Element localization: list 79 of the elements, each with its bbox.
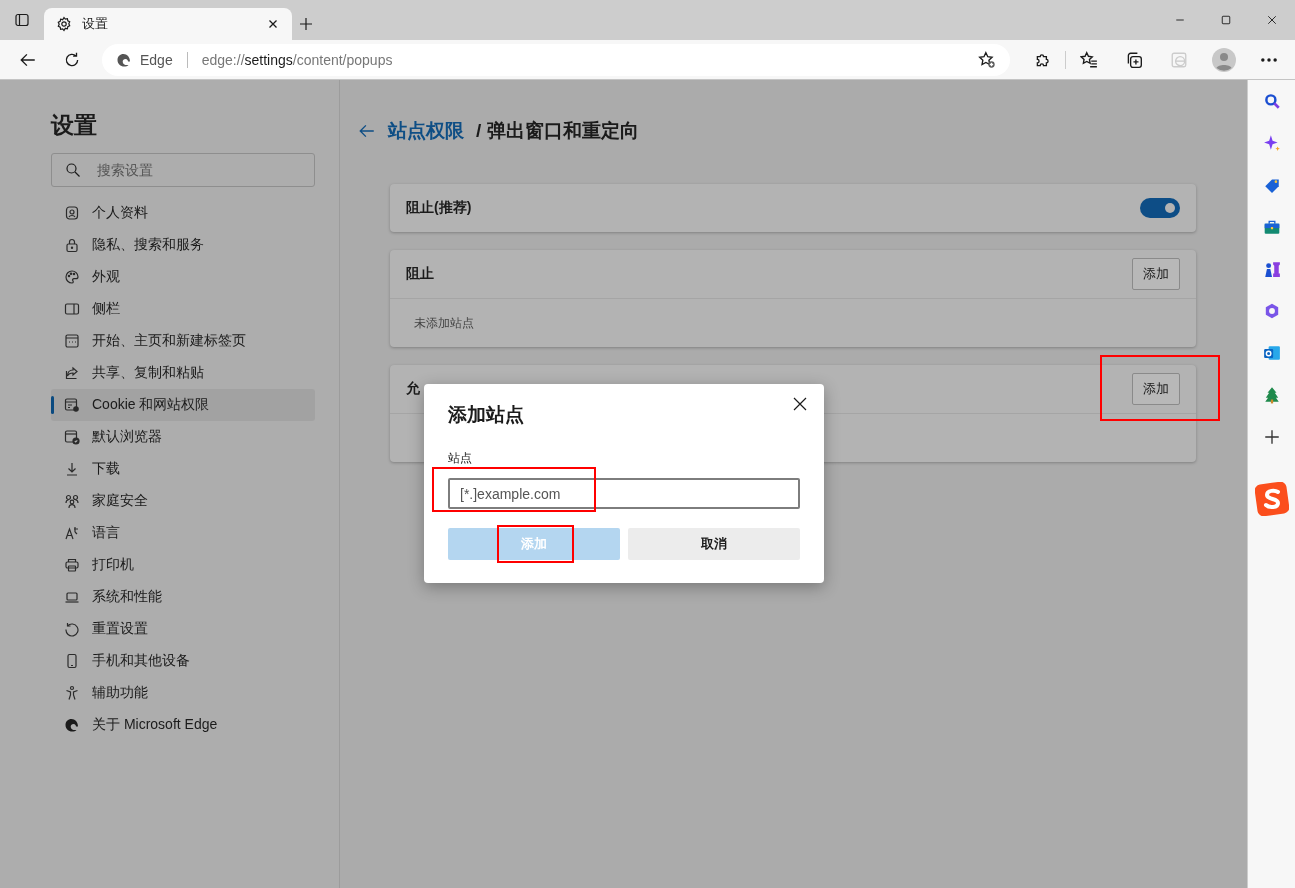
add-button[interactable]: 添加 (1132, 373, 1180, 405)
sparkle-icon (1262, 134, 1281, 152)
section-title: 允 (406, 380, 420, 398)
add-button[interactable]: 添加 (1132, 258, 1180, 290)
cancel-button[interactable]: 取消 (628, 528, 800, 560)
nav-item[interactable]: 开始、主页和新建标签页 (51, 325, 315, 357)
nav-item[interactable]: 重置设置 (51, 613, 315, 645)
nav-item[interactable]: 手机和其他设备 (51, 645, 315, 677)
mail-icon (1262, 344, 1281, 362)
url-text: edge://settings/content/popups (201, 51, 394, 68)
search-icon (65, 162, 81, 178)
tree-icon (1262, 386, 1281, 404)
nav-item[interactable]: 共享、复制和粘贴 (51, 357, 315, 389)
lock-icon (64, 237, 80, 253)
search-field[interactable]: 搜索设置 (51, 153, 315, 187)
edge-logo-icon (116, 51, 132, 68)
edge-logo-icon (64, 717, 80, 733)
palette-icon (64, 269, 80, 285)
sogou-logo-icon (1254, 482, 1289, 516)
close-icon (1266, 14, 1278, 26)
nav-item[interactable]: 默认浏览器 (51, 421, 315, 453)
accessibility-icon (64, 685, 80, 701)
browser-check-icon (64, 429, 80, 445)
star-plus-icon (978, 50, 996, 69)
nav-item[interactable]: 打印机 (51, 549, 315, 581)
close-icon (792, 396, 808, 412)
dialog-title: 添加站点 (448, 404, 524, 426)
nav-item[interactable]: 外观 (51, 261, 315, 293)
gear-window-icon (64, 397, 80, 413)
browser-tab[interactable]: 设置 (44, 8, 292, 40)
maximize-icon (1220, 14, 1232, 26)
avatar-icon (1211, 47, 1236, 72)
phone-icon (64, 653, 80, 669)
nav-item[interactable]: 家庭安全 (51, 485, 315, 517)
add-favorite-button[interactable] (978, 50, 996, 69)
settings-icon (56, 16, 72, 32)
family-icon (64, 493, 80, 509)
nav-item[interactable]: 隐私、搜索和服务 (51, 229, 315, 261)
plus-icon (1262, 428, 1281, 446)
site-input-field[interactable]: [*.]example.com (448, 478, 800, 509)
laptop-icon (64, 589, 80, 605)
back-button[interactable] (358, 122, 376, 140)
download-icon (64, 461, 80, 477)
nav-item[interactable]: Cookie 和网站权限 (51, 389, 315, 421)
share-icon (64, 365, 80, 381)
plus-icon (298, 16, 314, 32)
toggle-switch[interactable] (1140, 198, 1180, 218)
more-dots-icon (1260, 57, 1277, 62)
section-title: 阻止 (406, 265, 434, 283)
nav-item[interactable]: 下载 (51, 453, 315, 485)
back-arrow-icon (358, 122, 376, 140)
nav-item[interactable]: 个人资料 (51, 197, 315, 229)
search-icon (1262, 92, 1281, 110)
printer-icon (64, 557, 80, 573)
nav-item[interactable]: 侧栏 (51, 293, 315, 325)
star-list-icon (1079, 50, 1098, 69)
nav-item[interactable]: 系统和性能 (51, 581, 315, 613)
nav-item[interactable]: 关于 Microsoft Edge (51, 709, 315, 741)
site-label: Edge (140, 51, 173, 68)
profile-icon (64, 205, 80, 221)
home-grid-icon (64, 333, 80, 349)
toolbox-icon (1262, 218, 1281, 236)
tab-title: 设置 (82, 15, 109, 33)
refresh-icon (63, 50, 81, 69)
language-icon (64, 525, 80, 541)
reset-icon (64, 621, 80, 637)
settings-title: 设置 (51, 111, 97, 140)
page-title: / 弹出窗口和重定向 (476, 119, 639, 143)
tab-actions-icon (14, 12, 30, 28)
chess-pieces-icon (1262, 260, 1281, 278)
breadcrumb-link[interactable]: 站点权限 (388, 118, 464, 144)
nav-item[interactable]: 语言 (51, 517, 315, 549)
nav-item[interactable]: 辅助功能 (51, 677, 315, 709)
field-label: 站点 (448, 451, 472, 465)
empty-text: 未添加站点 (414, 314, 474, 332)
setting-label: 阻止(推荐) (406, 199, 472, 217)
sidebar-icon (64, 301, 80, 317)
ie-mode-icon (1169, 50, 1188, 69)
address-bar[interactable]: Edge edge://settings/content/popups (102, 43, 1010, 76)
